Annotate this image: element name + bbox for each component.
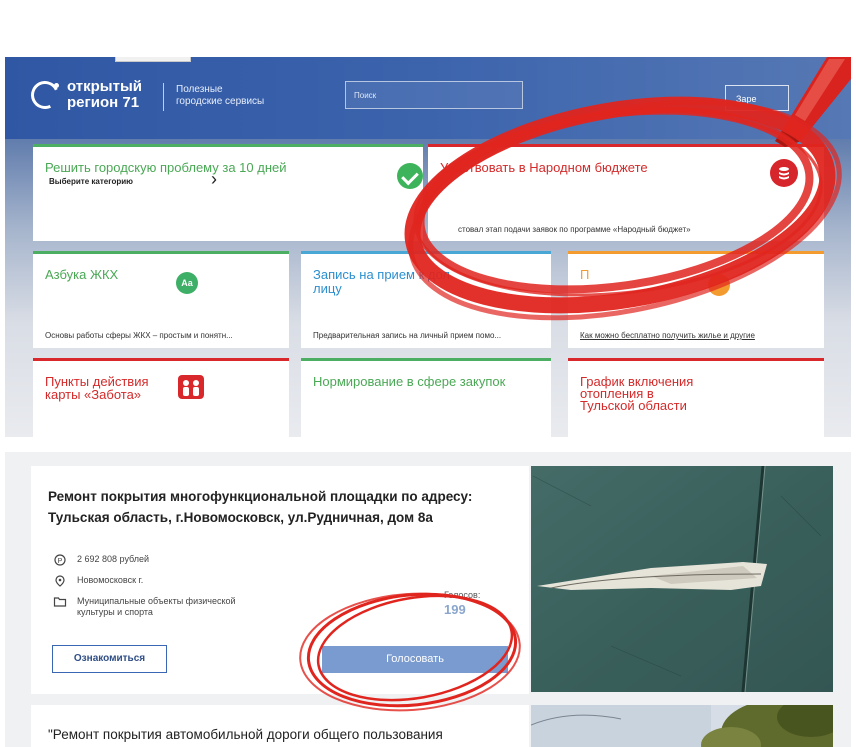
logo-dot-icon <box>54 83 59 88</box>
category-select[interactable]: Выберите категорию <box>49 177 133 186</box>
card-title: Азбука ЖКХ <box>45 267 119 282</box>
category-row: Муниципальные объекты физической культур… <box>53 596 236 618</box>
card-care-points[interactable]: Пункты действия карты «Забота» <box>33 358 289 437</box>
logo-line-2: регион 71 <box>67 94 140 111</box>
card-title: Решить городскую проблему за 10 дней <box>45 160 287 175</box>
aa-icon: Aa <box>176 272 198 294</box>
logo[interactable]: открытый регион 71 <box>67 79 142 111</box>
project-card-2: "Ремонт покрытия автомобильной дороги об… <box>31 705 529 747</box>
care-card-icon <box>178 375 204 399</box>
card-city-problem[interactable]: Решить городскую проблему за 10 дней Выб… <box>33 144 423 241</box>
project-category-line-1: Муниципальные объекты физической <box>77 596 236 606</box>
card-link[interactable]: Как можно бесплатно получить жилье и дру… <box>580 331 755 340</box>
cracked-surface-image <box>531 466 833 692</box>
chevron-right-icon[interactable]: › <box>211 169 217 190</box>
check-icon <box>397 163 423 189</box>
road-photo-image <box>531 705 833 747</box>
tagline: Полезные городские сервисы <box>176 84 264 108</box>
project-2-photo <box>531 705 833 747</box>
database-icon <box>770 159 798 187</box>
card-description: стовал этап подачи заявок по программе «… <box>458 225 691 234</box>
votes-label: Голосов: <box>444 590 481 600</box>
votes-count: 199 <box>444 602 466 617</box>
project-title-line-1: Ремонт покрытия многофункциональной площ… <box>48 489 473 504</box>
card-title: Участвовать в Народном бюджете <box>440 160 648 175</box>
ruble-icon: P <box>54 554 66 566</box>
card-free-housing[interactable]: П Как можно бесплатно получить жилье и д… <box>568 251 824 348</box>
tagline-line-2: городские сервисы <box>176 96 265 107</box>
project-category: Муниципальные объекты физической культур… <box>77 596 236 618</box>
location-pin-icon <box>55 575 65 587</box>
project-card: Ремонт покрытия многофункциональной площ… <box>31 466 529 694</box>
logo-divider <box>163 83 164 111</box>
card-people-budget[interactable]: Участвовать в Народном бюджете стовал эт… <box>428 144 824 241</box>
portal-screenshot: открытый регион 71 Полезные городские се… <box>5 57 851 437</box>
card-title: П <box>580 267 590 282</box>
card-title-line-2: карты «Забота» <box>45 387 142 402</box>
card-housing-abc[interactable]: Азбука ЖКХ Aa Основы работы сферы ЖКХ – … <box>33 251 289 348</box>
tagline-line-1: Полезные <box>176 84 223 95</box>
location-row: Новомосковск г. <box>53 575 143 587</box>
vote-screenshot: Ремонт покрытия многофункциональной площ… <box>5 452 851 747</box>
svg-text:P: P <box>58 558 63 565</box>
project-title-line-2: Тульская область, г.Новомосковск, ул.Руд… <box>48 510 433 525</box>
card-description: Предварительная запись на личный прием п… <box>313 331 502 340</box>
project-2-title[interactable]: "Ремонт покрытия автомобильной дороги об… <box>48 727 518 742</box>
card-title-line-1: Запись на прием к дол <box>313 267 451 282</box>
card-procurement[interactable]: Нормирование в сфере закупок <box>301 358 551 437</box>
details-button[interactable]: Ознакомиться <box>52 645 167 673</box>
card-title-line-3: Тульской области <box>580 398 687 413</box>
amount-row: P 2 692 808 рублей <box>53 554 149 566</box>
search-input[interactable]: Поиск <box>345 81 523 109</box>
card-title: Нормирование в сфере закупок <box>313 374 506 389</box>
vote-button[interactable]: Голосовать <box>322 646 508 673</box>
logo-line-1: открытый <box>67 78 142 95</box>
project-photo <box>531 466 833 692</box>
project-category-line-2: культуры и спорта <box>77 607 153 617</box>
project-location: Новомосковск г. <box>77 575 144 585</box>
red-marker-image <box>775 57 851 147</box>
card-description: Основы работы сферы ЖКХ – простым и поня… <box>45 331 233 340</box>
project-amount: 2 692 808 рублей <box>77 554 150 564</box>
folder-icon <box>53 597 67 607</box>
project-title[interactable]: Ремонт покрытия многофункциональной площ… <box>48 486 518 528</box>
collage: открытый регион 71 Полезные городские се… <box>0 0 856 747</box>
tooltip <box>115 57 191 62</box>
card-heating-schedule[interactable]: График включения отопления в Тульской об… <box>568 358 824 437</box>
card-appointment[interactable]: Запись на прием к дол лицу Предварительн… <box>301 251 551 348</box>
card-title-line-2: лицу <box>313 281 342 296</box>
site-header: открытый регион 71 Полезные городские се… <box>5 57 851 139</box>
orange-icon <box>708 274 730 296</box>
